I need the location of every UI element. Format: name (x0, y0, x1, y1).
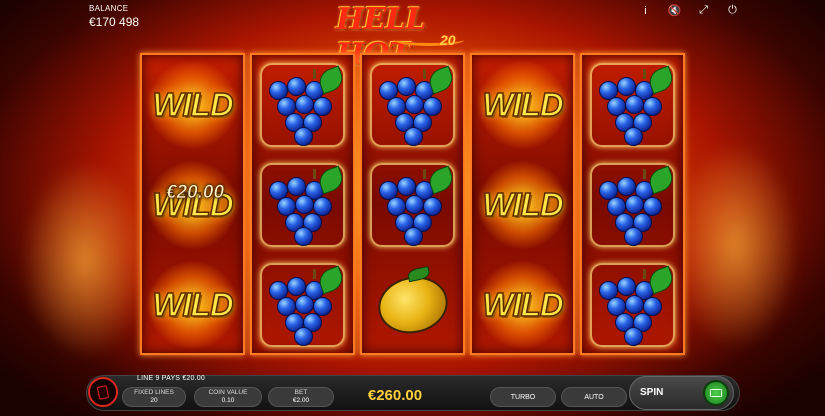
grape-stem (642, 269, 646, 279)
wild-symbol: WILD (142, 255, 243, 355)
grape-berry (286, 177, 306, 196)
grape-stem (312, 69, 316, 79)
coin-value-selector[interactable]: COIN VALUE 0.10 (194, 387, 262, 407)
grape-symbol (582, 255, 683, 355)
sound-icon[interactable]: 🔇 (668, 4, 682, 17)
win-message: LINE 9 PAYS €20.00 (137, 375, 205, 382)
grape-icon (263, 265, 346, 346)
grape-icon (593, 65, 676, 146)
grape-berry (396, 77, 416, 96)
top-toolbar: i 🔇 ⤢ ⏻ (639, 4, 739, 17)
bet-label: BET (294, 389, 308, 396)
grape-stem (642, 169, 646, 179)
grape-berry (616, 77, 636, 96)
spin-button[interactable]: SPIN (629, 376, 734, 410)
grape-berry (616, 277, 636, 296)
grape-symbol (362, 55, 463, 155)
reel-grid: WILD WILD WILD €20.00 WILD WILD WILD (140, 53, 685, 355)
grape-berry (616, 177, 636, 196)
reel-3 (360, 53, 465, 355)
grape-berry (286, 277, 306, 296)
reel-5 (580, 53, 685, 355)
grape-stem (422, 69, 426, 79)
grape-berry (623, 327, 643, 346)
grape-icon (263, 165, 346, 246)
grape-symbol (362, 155, 463, 255)
grape-symbol (582, 155, 683, 255)
cards-icon (96, 384, 110, 400)
balance-label: BALANCE (89, 4, 129, 13)
wild-symbol: WILD (472, 55, 573, 155)
bet-selector[interactable]: BET €2.00 (268, 387, 334, 407)
total-win: €260.00 (367, 387, 423, 404)
wild-text: WILD (482, 285, 565, 324)
grape-berry (396, 177, 416, 196)
wild-text: WILD (482, 85, 565, 124)
wild-text: WILD (482, 185, 565, 224)
wild-symbol: WILD (142, 55, 243, 155)
wild-symbol: WILD (472, 255, 573, 355)
flame-right (670, 140, 800, 350)
grape-berry (293, 127, 313, 146)
grape-berry (624, 95, 644, 114)
grape-icon (593, 265, 676, 346)
grape-berry (294, 95, 314, 114)
game-logo: HELL HOT 20 (332, 2, 492, 72)
reel-1: WILD WILD WILD €20.00 (140, 53, 245, 355)
grape-berry (293, 327, 313, 346)
lemon-icon (372, 270, 453, 340)
info-icon[interactable]: i (639, 4, 652, 17)
power-icon[interactable]: ⏻ (726, 4, 739, 17)
grape-icon (593, 165, 676, 246)
grape-berry (623, 227, 643, 246)
wild-text: WILD (152, 85, 235, 124)
logo-number: 20 (440, 32, 456, 48)
flame-left (20, 160, 150, 360)
grape-berry (293, 227, 313, 246)
balance-value: €170 498 (89, 15, 140, 29)
reel-4: WILD WILD WILD (470, 53, 575, 355)
spin-label: SPIN (640, 387, 664, 398)
grape-berry (403, 227, 423, 246)
lemon-symbol (362, 255, 463, 355)
grape-berry (623, 127, 643, 146)
grape-stem (642, 69, 646, 79)
fixed-lines-value: 20 (150, 397, 158, 404)
grape-icon (373, 165, 456, 246)
auto-button[interactable]: AUTO (561, 387, 627, 407)
bet-value: €2.00 (292, 397, 310, 404)
grape-icon (373, 65, 456, 146)
grape-berry (294, 195, 314, 214)
wild-text: WILD (152, 285, 235, 324)
grape-berry (404, 195, 424, 214)
reel-2 (250, 53, 355, 355)
grape-berry (403, 127, 423, 146)
grape-symbol (252, 155, 353, 255)
grape-berry (404, 95, 424, 114)
grape-berry (294, 295, 314, 314)
fullscreen-icon[interactable]: ⤢ (697, 4, 710, 17)
grape-berry (624, 195, 644, 214)
cash-icon (703, 380, 729, 406)
gamble-cards-button[interactable] (88, 377, 118, 407)
grape-stem (422, 169, 426, 179)
grape-stem (312, 269, 316, 279)
wild-symbol: WILD (472, 155, 573, 255)
line-win-amount: €20.00 (165, 182, 225, 204)
grape-stem (312, 169, 316, 179)
wild-symbol: WILD (142, 155, 243, 255)
fixed-lines-display: FIXED LINES 20 (122, 387, 186, 407)
grape-symbol (252, 255, 353, 355)
grape-icon (263, 65, 346, 146)
fixed-lines-label: FIXED LINES (134, 389, 174, 396)
grape-berry (624, 295, 644, 314)
grape-symbol (252, 55, 353, 155)
grape-symbol (582, 55, 683, 155)
coin-value: 0.10 (221, 397, 235, 404)
coin-value-label: COIN VALUE (208, 389, 248, 396)
turbo-button[interactable]: TURBO (490, 387, 556, 407)
grape-berry (286, 77, 306, 96)
balance-display: BALANCE €170 498 (89, 4, 139, 29)
